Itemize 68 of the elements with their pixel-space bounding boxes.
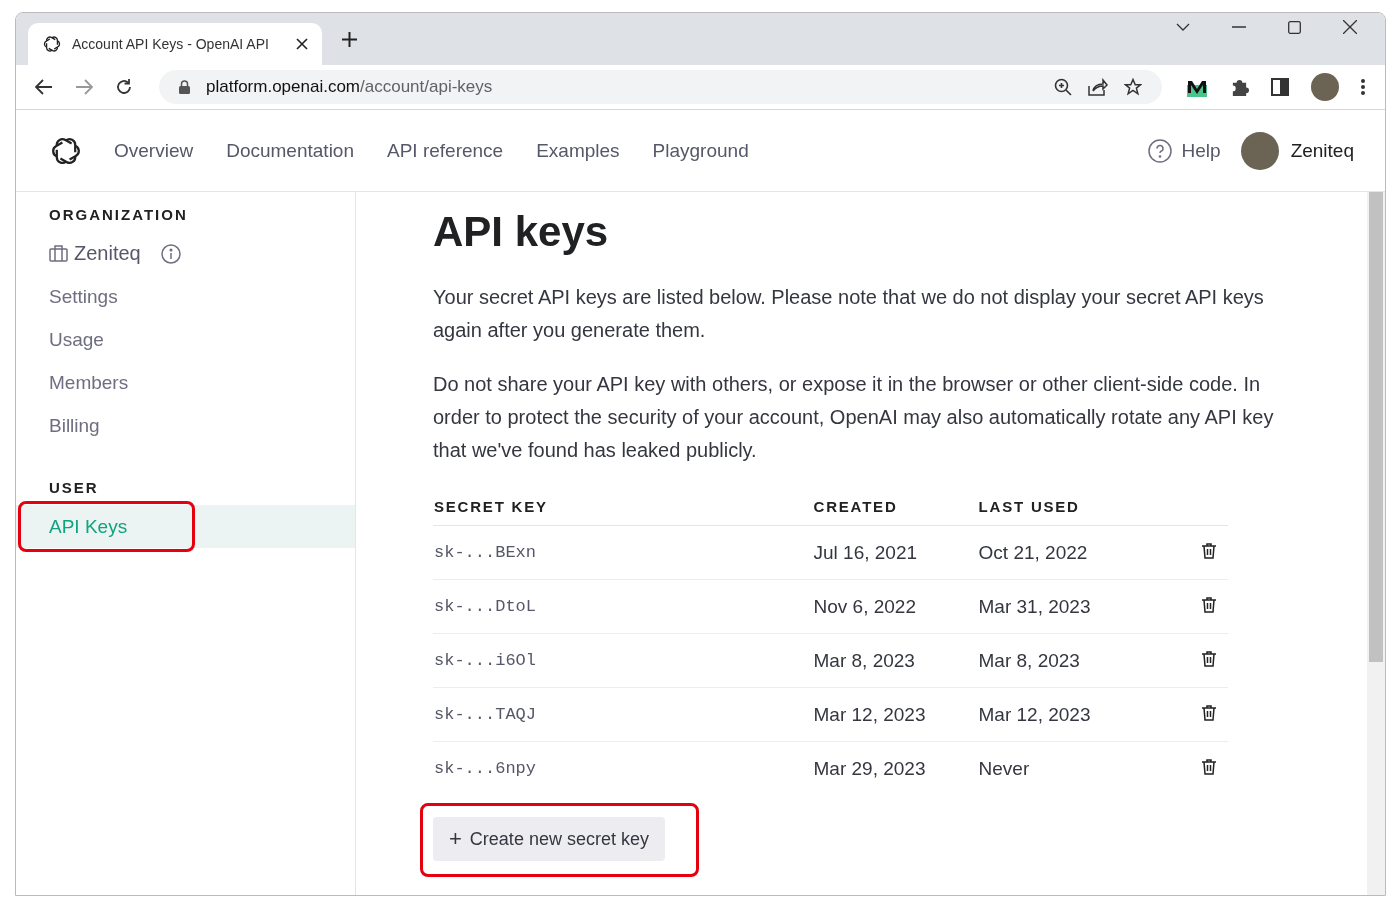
browser-tab[interactable]: Account API Keys - OpenAI API — [28, 23, 322, 65]
created-date-cell: Mar 29, 2023 — [812, 741, 978, 795]
last-used-cell: Mar 8, 2023 — [977, 633, 1140, 688]
new-tab-icon[interactable] — [342, 31, 357, 47]
created-date-cell: Nov 6, 2022 — [812, 579, 978, 634]
secret-key-cell: sk-...i6Ol — [433, 633, 813, 688]
zoom-in-icon[interactable] — [1054, 78, 1072, 96]
column-header: LAST USED — [977, 488, 1140, 526]
trash-icon[interactable] — [1202, 758, 1216, 775]
description-paragraph: Your secret API keys are listed below. Please note that we do not display your secret API keys again after you generate them. — [433, 285, 1265, 343]
url-text: platform.openai.com/account/api-keys — [206, 77, 493, 97]
last-used-cell: Never — [977, 741, 1140, 795]
trash-icon[interactable] — [1202, 704, 1216, 721]
star-icon[interactable] — [1124, 78, 1142, 96]
openai-logo-icon — [42, 34, 62, 54]
description-paragraph: Do not share your API key with others, or expose it in the browser or other client-side code. In order to protect the security of your account, OpenAI may also automatically rotate any API key that we've found has leaked publicly. — [433, 372, 1275, 463]
section-heading: USER — [48, 479, 100, 498]
organization-item[interactable]: Zeniteq — [16, 232, 355, 275]
profile-avatar[interactable] — [1311, 73, 1339, 101]
organization-name: Zeniteq — [74, 242, 141, 265]
sidebar-link[interactable]: Usage — [16, 318, 355, 361]
close-icon[interactable] — [1343, 20, 1357, 34]
side-panel-icon[interactable] — [1271, 78, 1289, 96]
created-date-cell: Jul 16, 2021 — [812, 525, 978, 580]
chevron-down-icon[interactable] — [1176, 23, 1190, 31]
user-avatar[interactable] — [1240, 131, 1279, 170]
secret-key-cell: sk-...DtoL — [433, 579, 813, 634]
sidebar-link[interactable]: Members — [16, 361, 355, 404]
nav-link[interactable]: Examples — [536, 139, 620, 162]
column-header: SECRET KEY — [433, 488, 813, 526]
back-arrow-icon[interactable] — [35, 79, 53, 95]
page-title: API keys — [433, 208, 610, 256]
create-secret-key-button[interactable]: + Create new secret key — [433, 817, 665, 861]
trash-icon[interactable] — [1202, 596, 1216, 613]
info-icon[interactable] — [160, 243, 181, 264]
share-icon[interactable] — [1088, 78, 1108, 96]
close-icon[interactable] — [296, 38, 308, 50]
help-link[interactable]: Help — [1181, 139, 1221, 162]
last-used-cell: Mar 12, 2023 — [977, 687, 1140, 742]
column-header: CREATED — [812, 488, 978, 526]
created-date-cell: Mar 8, 2023 — [812, 633, 978, 688]
maximize-icon[interactable] — [1288, 20, 1301, 34]
building-icon — [49, 245, 68, 262]
lock-icon — [179, 80, 190, 94]
address-bar[interactable]: platform.openai.com/account/api-keys — [159, 70, 1162, 104]
section-heading: ORGANIZATION — [48, 206, 189, 225]
puzzle-piece-icon[interactable] — [1230, 77, 1249, 97]
nav-link[interactable]: Documentation — [226, 139, 354, 162]
sidebar-link[interactable]: Settings — [16, 275, 355, 318]
trash-icon[interactable] — [1202, 542, 1216, 559]
user-name[interactable]: Zeniteq — [1290, 139, 1354, 162]
nav-link[interactable]: Overview — [114, 139, 194, 162]
secret-key-cell: sk-...6npy — [433, 741, 813, 795]
more-menu-icon[interactable] — [1361, 79, 1365, 95]
trash-icon[interactable] — [1202, 650, 1216, 667]
last-used-cell: Oct 21, 2022 — [977, 525, 1140, 580]
secret-key-cell: sk-...TAQJ — [433, 687, 813, 742]
reload-icon[interactable] — [115, 78, 133, 96]
nav-link[interactable]: API reference — [387, 139, 504, 162]
forward-arrow-icon[interactable] — [75, 79, 93, 95]
sidebar-link[interactable]: Billing — [16, 404, 355, 447]
tab-title: Account API Keys - OpenAI API — [72, 36, 270, 52]
created-date-cell: Mar 12, 2023 — [812, 687, 978, 742]
secret-key-cell: sk-...BExn — [433, 525, 813, 580]
scrollbar-thumb[interactable] — [1369, 192, 1383, 662]
last-used-cell: Mar 31, 2023 — [977, 579, 1140, 634]
help-icon[interactable] — [1147, 138, 1172, 163]
nav-link[interactable]: Playground — [652, 139, 749, 162]
